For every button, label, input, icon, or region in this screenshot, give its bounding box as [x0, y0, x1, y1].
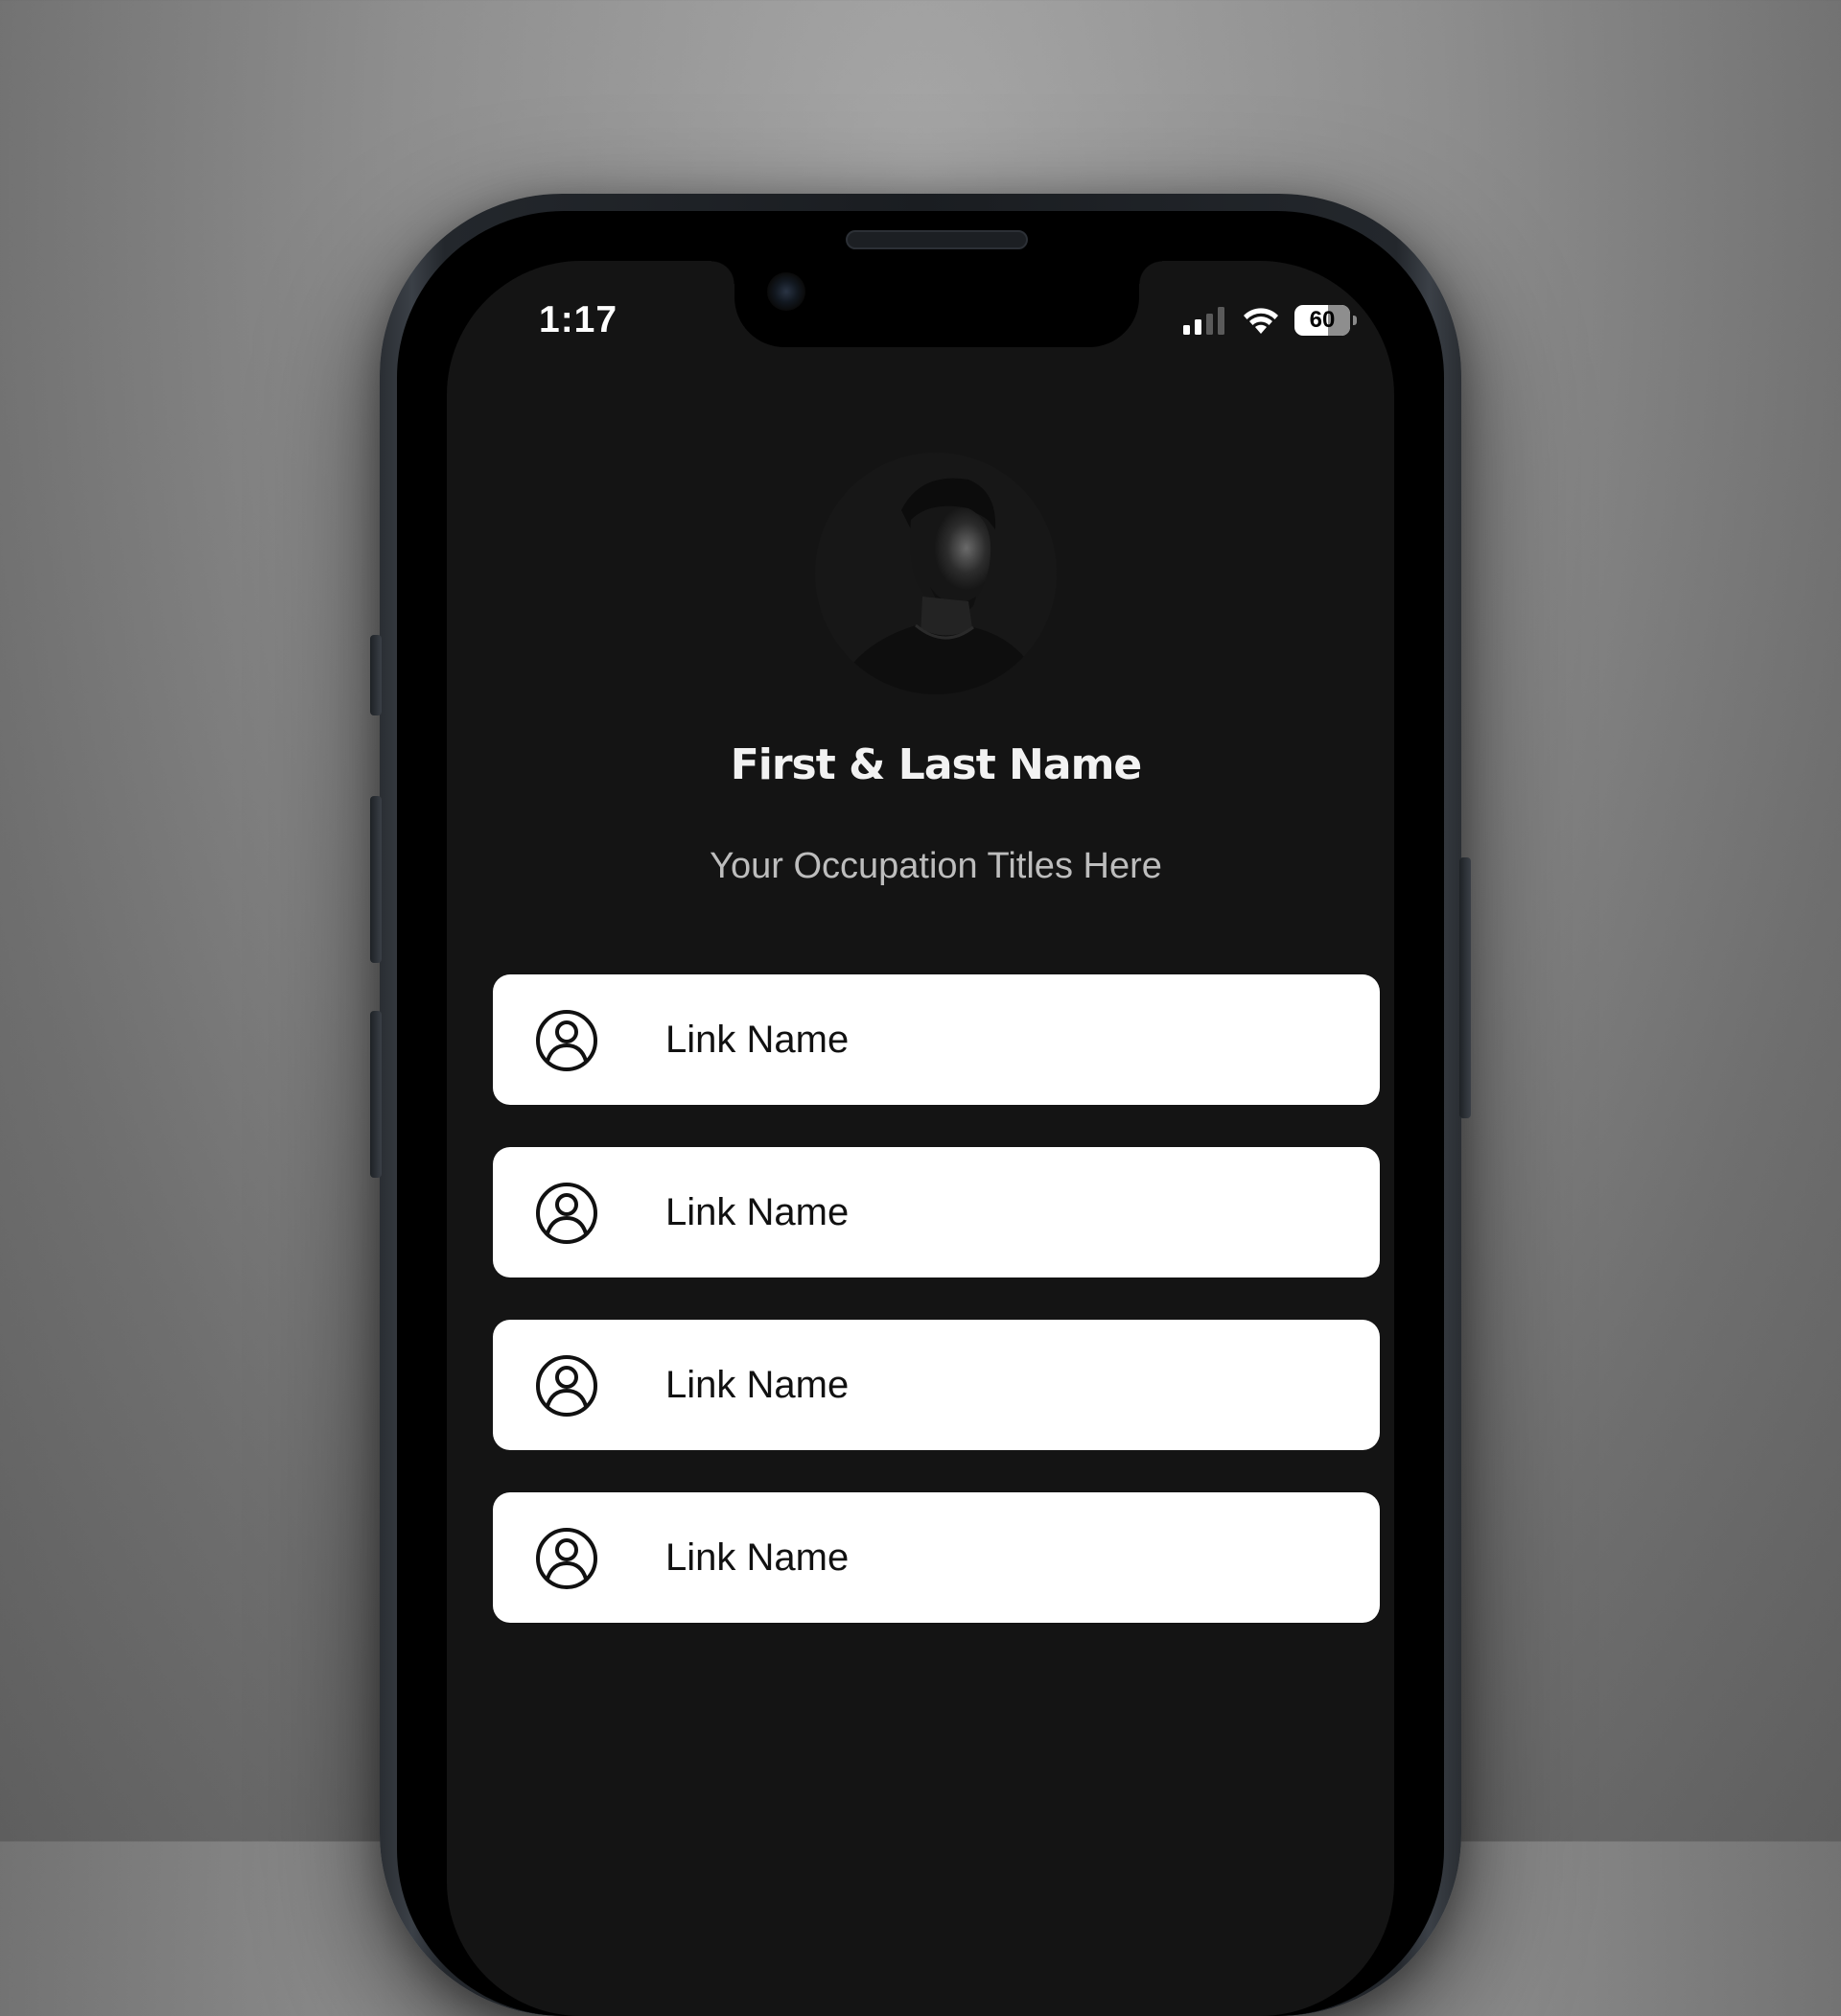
- link-button[interactable]: Link Name: [493, 1320, 1380, 1450]
- phone-frame: 1:17 60 First & Last Name Your Occupatio…: [370, 194, 1471, 2016]
- link-label: Link Name: [665, 1536, 850, 1579]
- user-circle-icon: [536, 1010, 597, 1071]
- profile-photo: [815, 453, 1057, 694]
- link-label: Link Name: [665, 1191, 850, 1233]
- volume-up-button: [370, 796, 382, 963]
- phone-screen: 1:17 60 First & Last Name Your Occupatio…: [447, 261, 1394, 2016]
- link-button[interactable]: Link Name: [493, 974, 1380, 1105]
- profile-occupation: Your Occupation Titles Here: [710, 846, 1162, 886]
- link-label: Link Name: [665, 1364, 850, 1406]
- wifi-icon: [1244, 308, 1278, 334]
- profile-name: First & Last Name: [730, 740, 1143, 789]
- front-camera-icon: [767, 272, 805, 311]
- user-circle-icon: [536, 1355, 597, 1417]
- mute-switch: [370, 635, 382, 715]
- volume-down-button: [370, 1011, 382, 1178]
- user-circle-icon: [536, 1183, 597, 1244]
- power-button: [1459, 857, 1471, 1118]
- earpiece-speaker: [846, 230, 1028, 249]
- battery-icon: 60: [1294, 305, 1357, 336]
- status-time: 1:17: [539, 299, 618, 340]
- battery-level: 60: [1309, 307, 1336, 333]
- link-label: Link Name: [665, 1019, 850, 1061]
- avatar[interactable]: [815, 453, 1057, 694]
- status-icons: 60: [1183, 305, 1357, 336]
- cellular-signal-icon: [1183, 307, 1224, 335]
- phone-bezel: 1:17 60 First & Last Name Your Occupatio…: [397, 211, 1444, 2016]
- link-button[interactable]: Link Name: [493, 1147, 1380, 1278]
- notch: [711, 261, 1162, 347]
- user-circle-icon: [536, 1528, 597, 1589]
- link-button[interactable]: Link Name: [493, 1492, 1380, 1623]
